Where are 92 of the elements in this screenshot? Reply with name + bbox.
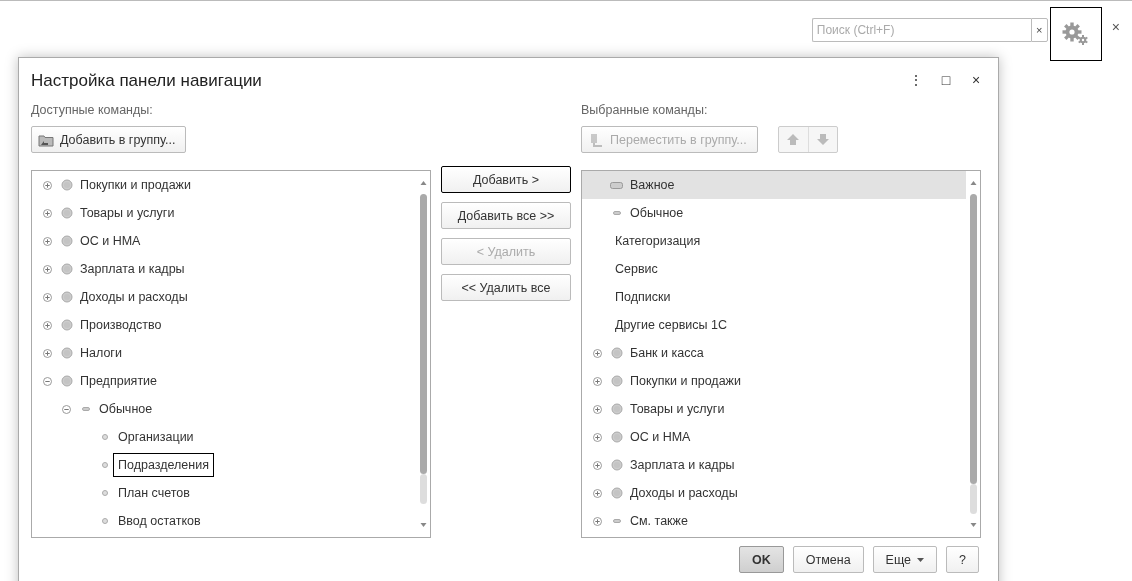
tree-item-label[interactable]: Ввод остатков [113,509,206,533]
search-field[interactable]: Поиск (Ctrl+F) [811,18,1031,42]
expand-icon[interactable] [43,320,52,330]
tree-item-label[interactable]: ОС и НМА [75,229,146,253]
arrow-down-icon [816,134,829,145]
tree-item-label[interactable]: Доходы и расходы [625,481,743,505]
dot-icon [101,462,108,468]
expand-icon[interactable] [43,208,52,218]
tree-item-label[interactable]: Товары и услуги [75,201,180,225]
tree-item-label[interactable]: Предприятие [75,369,163,393]
tree-item-label[interactable]: Сервис [610,257,663,281]
settings-icon [1061,22,1090,46]
expand-icon[interactable] [593,460,602,470]
circle-icon [610,347,623,359]
scroll-up-icon[interactable] [419,180,427,186]
circle-icon [610,459,623,471]
tree-item-label[interactable]: См. также [625,509,693,533]
dialog-button[interactable]: Отмена [792,546,864,573]
tree-item-label[interactable]: Подразделения [113,453,214,477]
scroll-down-icon[interactable] [969,522,977,528]
window-control-button[interactable]: × [966,71,986,88]
circle-icon [610,487,623,499]
dialog-title: Настройка панели навигации [31,69,262,91]
scrollbar-thumb[interactable] [419,194,427,474]
circle-icon [610,403,623,415]
tree-item-label[interactable]: ОС и НМА [625,425,696,449]
tree-item-label[interactable]: Покупки и продажи [75,173,196,197]
expand-icon[interactable] [593,348,602,358]
tree-item-label[interactable]: План счетов [113,481,195,505]
tree-item-label[interactable]: Покупки и продажи [625,369,746,393]
collapse-icon[interactable] [43,376,52,386]
circle-icon [60,179,73,191]
dash-icon [612,519,621,523]
circle-icon [60,235,73,247]
circle-icon [60,207,73,219]
circle-icon [60,319,73,331]
tree-item-label[interactable]: Другие сервисы 1С [610,313,732,337]
tree-item-label[interactable]: Организации [113,425,199,449]
section-label: Выбранные команды: [581,103,709,119]
tree-item-label[interactable]: Налоги [75,341,127,365]
selected-tree-row[interactable]: Важное [582,171,966,199]
window-control-button[interactable]: ⋮ [906,71,926,88]
tree-item-label[interactable]: Товары и услуги [625,397,730,421]
expand-icon[interactable] [43,180,52,190]
add-to-group-button[interactable]: Добавить в группу... [31,126,187,153]
scrollbar-thumb[interactable] [969,194,977,484]
circle-icon [60,375,73,387]
dash-icon [612,211,621,215]
circle-icon [610,375,623,387]
settings-button[interactable] [1049,7,1102,61]
dot-icon [101,518,108,524]
expand-icon[interactable] [593,404,602,414]
tree-item-label[interactable]: Категоризация [610,229,706,253]
tree-item-label[interactable]: Обычное [94,397,158,421]
circle-icon [60,263,73,275]
tree-item-label[interactable]: Банк и касса [625,341,709,365]
circle-icon [610,431,623,443]
dialog-button[interactable]: ? [946,546,979,573]
collapse-icon[interactable] [62,404,71,414]
dash-icon [81,407,90,411]
arrow-up-icon [787,134,800,145]
dialog-button[interactable]: OK [739,546,784,573]
tree-item-label[interactable]: Зарплата и кадры [75,257,190,281]
tree-item-label[interactable]: Подписки [610,285,676,309]
transfer-button[interactable]: << Удалить все [441,274,571,301]
expand-icon[interactable] [593,516,602,526]
expand-icon[interactable] [43,264,52,274]
circle-icon [60,291,73,303]
tree-item-label[interactable]: Зарплата и кадры [625,453,740,477]
tree-item-label[interactable]: Доходы и расходы [75,285,193,309]
bar-icon [610,181,623,189]
expand-icon[interactable] [593,376,602,386]
dot-icon [101,490,108,496]
expand-icon[interactable] [43,348,52,358]
section-label: Доступные команды: [31,103,154,119]
close-button[interactable]: × [1109,19,1122,35]
scroll-up-icon[interactable] [969,180,977,186]
caret-icon [917,557,925,562]
circle-icon [60,347,73,359]
transfer-button[interactable]: Добавить все >> [441,202,571,229]
scroll-down-icon[interactable] [419,522,427,528]
tree-item-label[interactable]: Производство [75,313,167,337]
dot-icon [101,434,108,440]
tree-item-label[interactable]: Обычное [625,201,689,225]
expand-icon[interactable] [43,236,52,246]
tree-item-label: Важное [629,177,676,194]
transfer-button[interactable]: Добавить > [441,166,571,193]
expand-icon[interactable] [593,488,602,498]
expand-icon[interactable] [593,432,602,442]
dialog-button[interactable]: Еще [872,546,938,573]
window-control-button[interactable]: □ [936,71,956,88]
expand-icon[interactable] [43,292,52,302]
